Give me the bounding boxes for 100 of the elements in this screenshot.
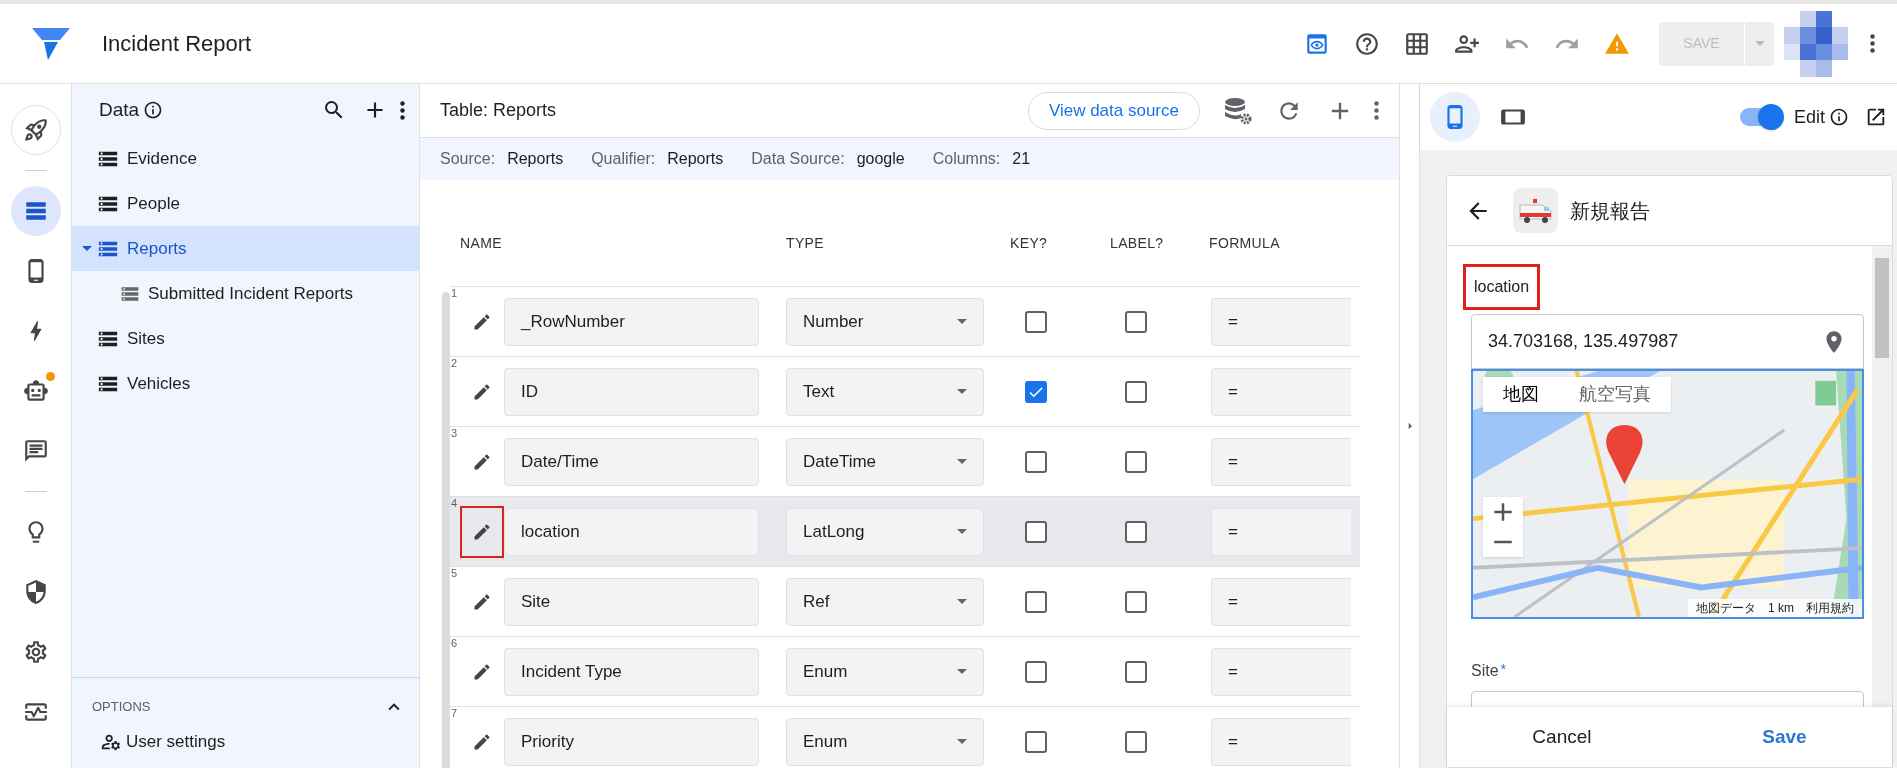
formula-field[interactable]: =	[1211, 297, 1351, 346]
field-label: Site	[1471, 661, 1499, 681]
checkbox[interactable]	[1125, 380, 1147, 403]
map-attribution: 1 km	[1768, 600, 1794, 617]
more-icon[interactable]	[400, 100, 405, 120]
info-label: Qualifier:	[591, 149, 656, 169]
table-row[interactable]: 1 _RowNumber Number =	[450, 286, 1360, 356]
required-mark: *	[1500, 660, 1507, 679]
sidebar-item[interactable]: Reports	[72, 226, 419, 271]
type-dropdown[interactable]: Enum	[786, 647, 984, 696]
pencil-icon	[472, 731, 492, 752]
zoom-control[interactable]	[1483, 497, 1523, 557]
table-row[interactable]: 4 location LatLong =	[450, 496, 1360, 566]
scrollbar[interactable]	[1872, 246, 1892, 707]
checkbox[interactable]	[1025, 450, 1047, 473]
row-number: 3	[451, 428, 458, 439]
info-icon[interactable]	[143, 100, 164, 120]
form-title: 新規報告	[1570, 198, 1650, 224]
info-value: Reports	[507, 149, 564, 169]
save-button[interactable]: Save	[1738, 714, 1831, 760]
sidebar-item[interactable]: People	[72, 181, 419, 226]
checkbox[interactable]	[1125, 660, 1147, 683]
name-field[interactable]: Site	[504, 577, 759, 626]
sidebar-item[interactable]: Sites	[72, 316, 419, 361]
pencil-icon	[472, 521, 492, 542]
checkbox[interactable]	[1025, 660, 1047, 683]
open-external-icon[interactable]	[1865, 106, 1887, 128]
info-label: Source:	[440, 149, 496, 169]
coordinates-field[interactable]: 34.703168, 135.497987	[1471, 314, 1864, 369]
sidebar-item[interactable]: User settings	[72, 724, 419, 760]
type-dropdown[interactable]: LatLong	[786, 507, 984, 556]
type-dropdown[interactable]: Text	[786, 367, 984, 416]
map-type-tab[interactable]: 地図	[1483, 377, 1559, 412]
help-icon	[1354, 30, 1380, 57]
type-dropdown[interactable]: Ref	[786, 577, 984, 626]
type-dropdown[interactable]: Enum	[786, 717, 984, 766]
checkbox[interactable]	[1025, 310, 1047, 333]
formula-field[interactable]: =	[1211, 437, 1351, 486]
sidebar-item[interactable]: Vehicles	[72, 361, 419, 406]
ambulance-icon	[1513, 188, 1558, 233]
caret-icon	[957, 319, 967, 324]
name-field[interactable]: location	[504, 507, 759, 556]
type-dropdown[interactable]: Number	[786, 297, 984, 346]
map-attribution: 利用規約	[1806, 600, 1854, 617]
checkbox[interactable]	[1125, 590, 1147, 613]
table-row[interactable]: 3 Date/Time DateTime =	[450, 426, 1360, 496]
map-type-tab[interactable]: 航空写真	[1559, 377, 1671, 412]
column-header: NAME	[460, 233, 503, 253]
checkbox[interactable]	[1125, 730, 1147, 753]
row-number: 7	[451, 708, 458, 719]
cancel-button[interactable]: Cancel	[1508, 714, 1616, 760]
table-row[interactable]: 2 ID Text =	[450, 356, 1360, 426]
column-header: LABEL?	[1110, 233, 1165, 253]
checkbox[interactable]	[1125, 310, 1147, 333]
coordinates-value: 34.703168, 135.497987	[1488, 330, 1679, 353]
name-field[interactable]: ID	[504, 367, 759, 416]
caret-icon	[957, 599, 967, 604]
caret-icon	[957, 459, 967, 464]
sidebar-item[interactable]: Evidence	[72, 136, 419, 181]
chat-icon	[22, 438, 49, 464]
table-button[interactable]	[10, 186, 61, 236]
edit-label: Edit	[1793, 105, 1825, 129]
avatar[interactable]	[1784, 10, 1848, 77]
formula-field[interactable]: =	[1211, 577, 1351, 626]
name-field[interactable]: Priority	[504, 717, 759, 766]
scrollbar[interactable]	[442, 292, 450, 768]
sidebar-item[interactable]: Submitted Incident Reports	[72, 271, 419, 316]
info-label: Columns:	[932, 149, 1001, 169]
checkbox[interactable]	[1025, 730, 1047, 753]
checkbox[interactable]	[1125, 520, 1147, 543]
name-field[interactable]: _RowNumber	[504, 297, 759, 346]
table-row[interactable]: 7 Priority Enum =	[450, 706, 1360, 768]
type-dropdown[interactable]: DateTime	[786, 437, 984, 486]
formula-field[interactable]: =	[1211, 507, 1351, 556]
info-value: google	[856, 149, 905, 169]
formula-field[interactable]: =	[1211, 717, 1351, 766]
name-field[interactable]: Incident Type	[504, 647, 759, 696]
formula-field[interactable]: =	[1211, 367, 1351, 416]
database-settings-icon[interactable]	[1224, 96, 1252, 125]
pencil-icon	[472, 311, 492, 332]
row-number: 4	[451, 498, 458, 509]
checkbox[interactable]	[1125, 450, 1147, 473]
row-number: 6	[451, 638, 458, 649]
more-icon[interactable]	[1870, 34, 1875, 53]
checkbox[interactable]	[1025, 590, 1047, 613]
row-number: 1	[451, 288, 458, 299]
info-icon[interactable]	[1829, 107, 1849, 127]
edit-button[interactable]	[460, 505, 504, 558]
name-field[interactable]: Date/Time	[504, 437, 759, 486]
map[interactable]: 地図 航空写真 地図データ 1 km 利用規約	[1471, 369, 1864, 619]
table-row[interactable]: 5 Site Ref =	[450, 566, 1360, 636]
checkbox[interactable]	[1025, 380, 1047, 403]
phone-view-button[interactable]	[1430, 92, 1480, 142]
row-number: 5	[451, 568, 458, 579]
caret-icon	[957, 669, 967, 674]
table-row[interactable]: 6 Incident Type Enum =	[450, 636, 1360, 706]
table-title: Table: Reports	[440, 99, 557, 122]
checkbox[interactable]	[1025, 520, 1047, 543]
more-icon[interactable]	[1374, 101, 1379, 120]
formula-field[interactable]: =	[1211, 647, 1351, 696]
